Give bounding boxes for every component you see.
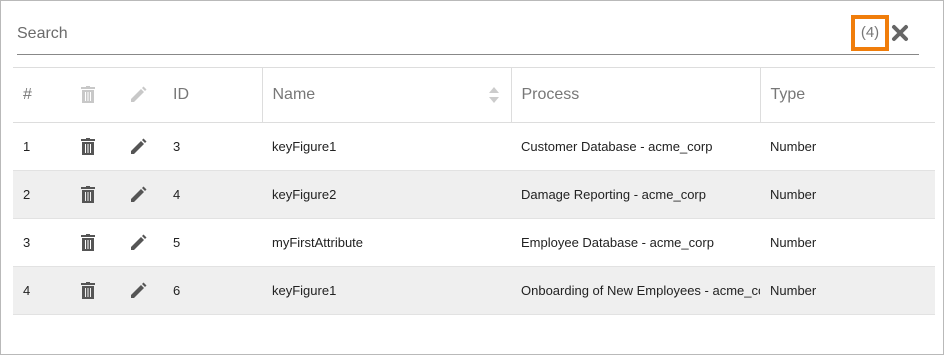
row-name: myFirstAttribute [272, 235, 364, 250]
row-id: 5 [173, 235, 181, 250]
edit-button[interactable] [113, 123, 163, 171]
attribute-list-panel: (4) # [0, 0, 944, 355]
row-name: keyFigure1 [272, 139, 337, 154]
pencil-icon [131, 234, 147, 250]
row-id: 6 [173, 283, 181, 298]
row-process: Onboarding of New Employees - acme_corp [521, 283, 760, 298]
trash-icon [81, 185, 95, 203]
column-header-index: # [23, 86, 32, 103]
delete-button[interactable] [63, 171, 113, 219]
row-type: Number [770, 187, 817, 202]
column-header-process[interactable]: Process [510, 67, 760, 123]
table-row: 1 3 keyFigure1 Customer Database - acme_… [13, 123, 935, 171]
pencil-icon [131, 86, 147, 102]
row-index: 1 [23, 139, 31, 154]
row-index: 3 [23, 235, 31, 250]
column-header-name[interactable]: Name [261, 67, 511, 123]
row-id: 3 [173, 139, 181, 154]
row-name: keyFigure1 [272, 283, 337, 298]
delete-button[interactable] [63, 123, 113, 171]
row-id: 4 [173, 187, 181, 202]
column-header-id[interactable]: ID [163, 68, 262, 123]
row-type: Number [770, 139, 817, 154]
column-header-edit [113, 68, 163, 123]
pencil-icon [131, 186, 147, 202]
trash-icon [81, 85, 95, 103]
row-index: 2 [23, 187, 31, 202]
trash-icon [81, 137, 95, 155]
row-process: Damage Reporting - acme_corp [521, 187, 706, 202]
edit-button[interactable] [113, 267, 163, 315]
result-count-badge: (4) [851, 15, 889, 51]
row-process: Customer Database - acme_corp [521, 139, 713, 154]
table-row: 4 6 keyFigure1 Onboarding of New Employe… [13, 266, 935, 315]
row-process: Employee Database - acme_corp [521, 235, 714, 250]
clear-search-button[interactable] [889, 21, 911, 45]
table-row: 2 4 keyFigure2 Damage Reporting - acme_c… [13, 170, 935, 219]
column-header-delete [63, 68, 113, 123]
row-type: Number [770, 283, 817, 298]
edit-button[interactable] [113, 219, 163, 267]
sort-icon[interactable] [488, 87, 499, 103]
trash-icon [81, 233, 95, 251]
row-type: Number [770, 235, 817, 250]
row-index: 4 [23, 283, 31, 298]
table-header-row: # ID Name Process Type [13, 67, 935, 123]
attributes-table: # ID Name Process Type 1 3 keyFigure1 Cu… [13, 67, 935, 315]
column-header-name-label: Name [272, 86, 316, 103]
search-bar: (4) [17, 15, 919, 55]
pencil-icon [131, 138, 147, 154]
trash-icon [81, 281, 95, 299]
pencil-icon [131, 282, 147, 298]
delete-button[interactable] [63, 219, 113, 267]
row-name: keyFigure2 [272, 187, 337, 202]
search-input[interactable] [17, 21, 837, 47]
column-header-type[interactable]: Type [759, 67, 935, 123]
table-row: 3 5 myFirstAttribute Employee Database -… [13, 219, 935, 267]
delete-button[interactable] [63, 267, 113, 315]
edit-button[interactable] [113, 171, 163, 219]
close-icon [892, 25, 908, 41]
